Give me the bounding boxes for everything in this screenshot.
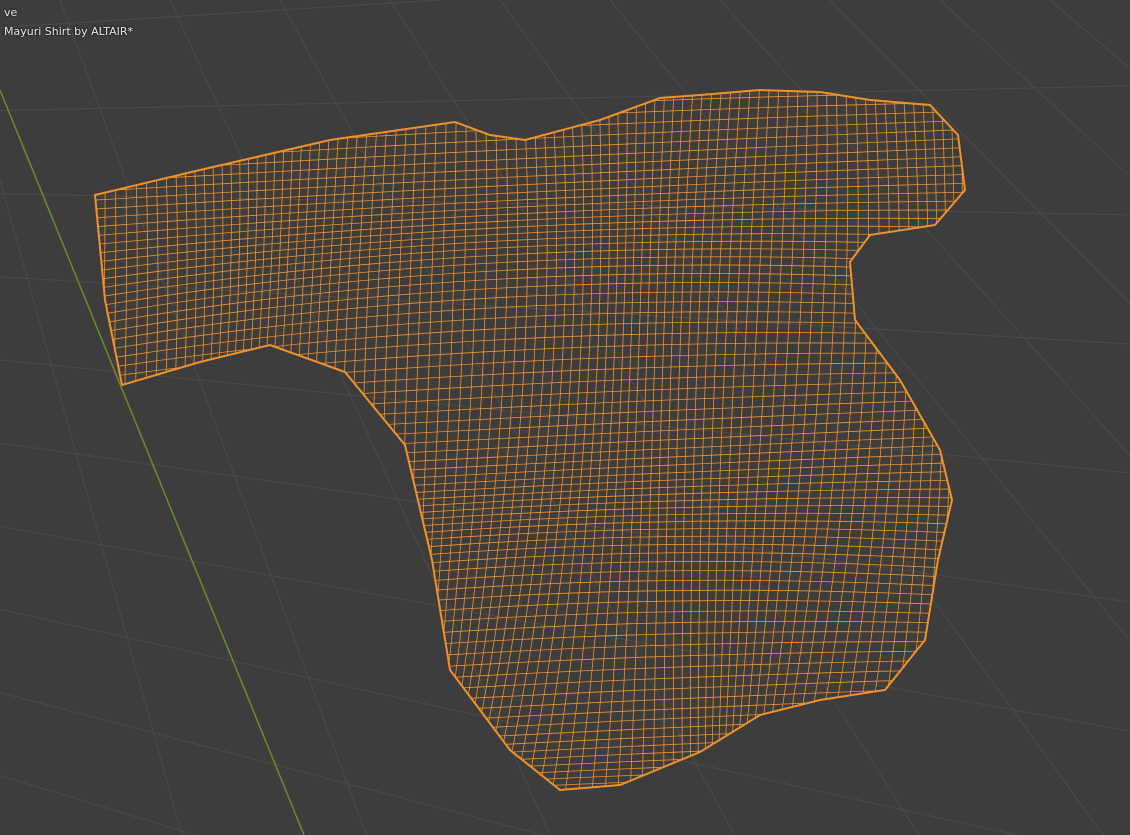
mesh-edge (95, 342, 965, 391)
mesh-edge (394, 90, 419, 790)
mesh-edge (323, 90, 352, 790)
grid-line (169, 0, 551, 835)
y-axis-line (0, 89, 305, 835)
mesh-edge (336, 90, 362, 790)
mesh-edge (186, 90, 249, 790)
grid-line (0, 775, 197, 835)
mesh-edge (95, 740, 965, 787)
mesh-edge (95, 191, 965, 238)
mesh-edge (153, 90, 215, 790)
mesh-edge (957, 90, 965, 790)
mesh-edge (722, 90, 761, 790)
mesh-edge (95, 641, 965, 688)
mesh-edge (310, 90, 343, 790)
mesh-edge (95, 90, 965, 121)
mesh-edge (95, 90, 117, 790)
mesh-edge (95, 110, 965, 157)
mesh-edge (935, 90, 964, 790)
mesh-edge (95, 146, 965, 193)
grid-line (279, 0, 736, 835)
mesh-edge (95, 461, 965, 508)
floor-grid (0, 0, 1130, 835)
mesh-edge (883, 90, 929, 790)
mesh-edge (95, 362, 965, 409)
grid-line (59, 0, 367, 835)
mesh-edge (95, 722, 965, 769)
mesh-edge (95, 233, 965, 283)
grid-line (0, 608, 1018, 835)
mesh-edge (95, 488, 965, 535)
mesh-edge (177, 90, 241, 790)
3d-viewport[interactable]: ve Mayuri Shirt by ALTAIR* (0, 0, 1130, 835)
grid-line (0, 0, 441, 28)
mesh-edge (95, 352, 965, 400)
mesh-edge (95, 225, 965, 274)
mesh-edge (95, 240, 965, 292)
active-object-name: Mayuri Shirt by ALTAIR* (4, 25, 134, 38)
mesh-edge (207, 90, 267, 790)
mesh-edge (95, 173, 965, 220)
mesh-edge (681, 90, 704, 790)
mesh-edge (95, 520, 965, 571)
mesh-edge (358, 90, 381, 790)
mesh-edge (95, 371, 965, 418)
mesh-edge (922, 90, 955, 790)
mesh-edge (95, 600, 965, 652)
shirt-wireframe-mesh[interactable] (75, 75, 988, 831)
mesh-edge (95, 552, 965, 607)
mesh-edge (95, 90, 96, 790)
mesh-edge (402, 90, 428, 790)
mesh-edge (968, 80, 988, 800)
mesh-edge (95, 668, 965, 715)
mesh-edge (244, 90, 295, 790)
mesh-edge (414, 90, 447, 790)
mesh-edge (95, 90, 965, 130)
mesh-edge (95, 90, 106, 790)
mesh-edge (95, 321, 965, 373)
mesh-edge (697, 90, 723, 790)
viewport-mode-label: ve (4, 6, 18, 19)
mesh-edge (168, 90, 232, 790)
mesh-edge (95, 713, 965, 760)
grid-line (0, 692, 544, 835)
grid-line (1049, 0, 1130, 69)
mesh-edge (95, 731, 965, 778)
mesh-edge (387, 90, 409, 790)
mesh-edge (347, 90, 371, 790)
mesh-edge (472, 90, 538, 790)
mesh-edge (710, 90, 742, 790)
mesh-edge (95, 784, 965, 790)
mesh-edge (689, 90, 713, 790)
mesh-edge (727, 90, 770, 790)
mesh-edge (95, 505, 965, 553)
mesh-edge (95, 425, 965, 472)
mesh-edge (629, 90, 656, 790)
grid-line (0, 525, 1130, 732)
viewport-scene[interactable] (0, 0, 1130, 835)
mesh-edge (95, 776, 965, 790)
mesh-edge (95, 749, 965, 790)
mesh-edge (219, 90, 276, 790)
grid-line (719, 0, 1130, 456)
grid-line (939, 0, 1130, 177)
grid-line (0, 179, 183, 835)
